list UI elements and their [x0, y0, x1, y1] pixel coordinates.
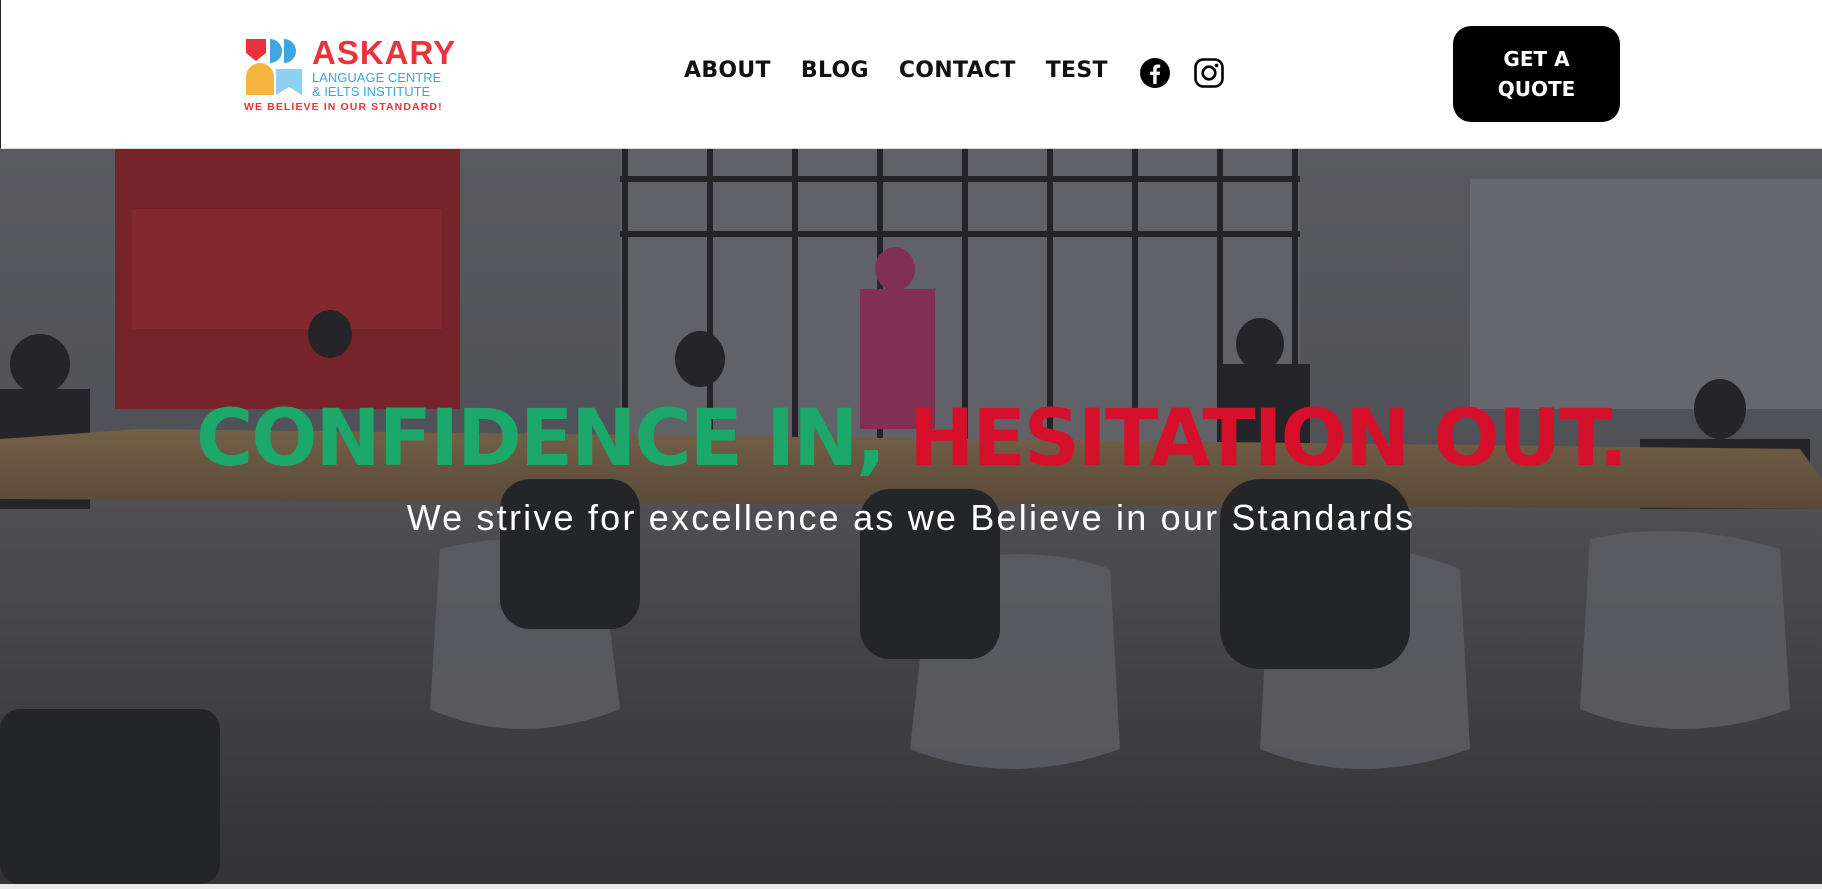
next-section-edge	[0, 884, 1822, 889]
get-a-quote-button[interactable]: GET A QUOTE	[1453, 26, 1620, 122]
logo-subtitle-2: & IELTS INSTITUTE	[312, 84, 431, 99]
page: ASKARY LANGUAGE CENTRE & IELTS INSTITUTE…	[0, 0, 1822, 889]
headline-green-part: CONFIDENCE IN,	[195, 394, 886, 484]
nav-item-contact[interactable]: CONTACT	[899, 58, 1016, 83]
logo-subtitle-1: LANGUAGE CENTRE	[312, 70, 442, 85]
logo-mark-icon	[246, 39, 302, 95]
nav-item-blog[interactable]: BLOG	[801, 58, 869, 83]
main-nav: ABOUT BLOG CONTACT TEST	[684, 58, 1108, 83]
site-logo[interactable]: ASKARY LANGUAGE CENTRE & IELTS INSTITUTE…	[244, 35, 464, 115]
cta-line-2: QUOTE	[1497, 77, 1576, 101]
logo-name: ASKARY	[312, 34, 457, 71]
facebook-icon[interactable]	[1139, 57, 1171, 89]
cta-line-1: GET A	[1503, 47, 1570, 71]
site-header: ASKARY LANGUAGE CENTRE & IELTS INSTITUTE…	[0, 0, 1822, 149]
hero-headline: CONFIDENCE IN, HESITATION OUT.	[0, 394, 1822, 484]
hero-subtitle: We strive for excellence as we Believe i…	[406, 497, 1416, 538]
logo-tagline: WE BELIEVE IN OUR STANDARD!	[244, 101, 443, 113]
instagram-icon[interactable]	[1193, 57, 1225, 89]
hero-section: CONFIDENCE IN, HESITATION OUT. We strive…	[0, 149, 1822, 884]
nav-item-test[interactable]: TEST	[1046, 58, 1108, 83]
social-links	[1139, 57, 1225, 89]
nav-item-about[interactable]: ABOUT	[684, 58, 771, 83]
headline-red-part: HESITATION OUT.	[884, 394, 1628, 484]
